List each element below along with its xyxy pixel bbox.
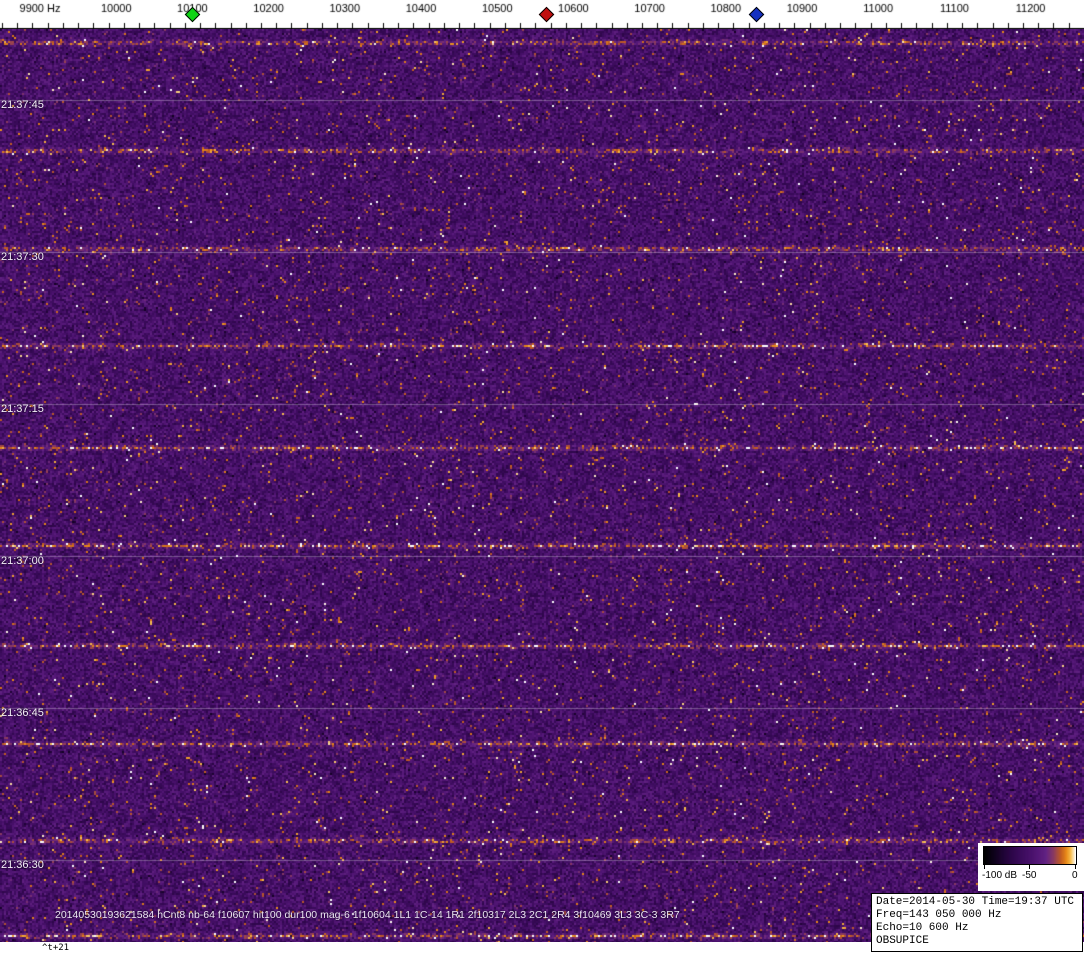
- colorbar-label-min: -100 dB: [982, 870, 1018, 881]
- spectrogram-canvas[interactable]: [0, 29, 1084, 942]
- info-station-line: OBSUPICE: [876, 935, 929, 947]
- observation-info-box: Date=2014-05-30 Time=19:37 UTC Freq=143 …: [871, 893, 1083, 952]
- echo-viewer-window: 21:37:45 21:37:30 21:37:15 21:37:00 21:36:45…: [0, 0, 1084, 953]
- info-frequency-line: Freq=143 050 000 Hz: [876, 909, 1002, 921]
- colorbar-label-max: 0: [1072, 870, 1078, 881]
- frequency-ruler: [0, 0, 1084, 29]
- colorbar-label-mid: -50: [1022, 870, 1037, 881]
- info-date-time-line: Date=2014-05-30 Time=19:37 UTC: [876, 896, 1075, 908]
- colorbar-tick-max: [1075, 865, 1076, 869]
- colorbar-panel: -100 dB -50 0: [978, 843, 1084, 891]
- detection-annotation: 20140530193621584 hCnt8 nb-64 f10607 hit…: [55, 909, 680, 921]
- cursor-readout: ^t+21: [42, 943, 70, 953]
- info-echo-line: Echo=10 600 Hz: [876, 922, 969, 934]
- colorbar-gradient: [983, 846, 1077, 865]
- colorbar-tick-min: [984, 865, 985, 869]
- colorbar-tick-mid: [1029, 865, 1030, 869]
